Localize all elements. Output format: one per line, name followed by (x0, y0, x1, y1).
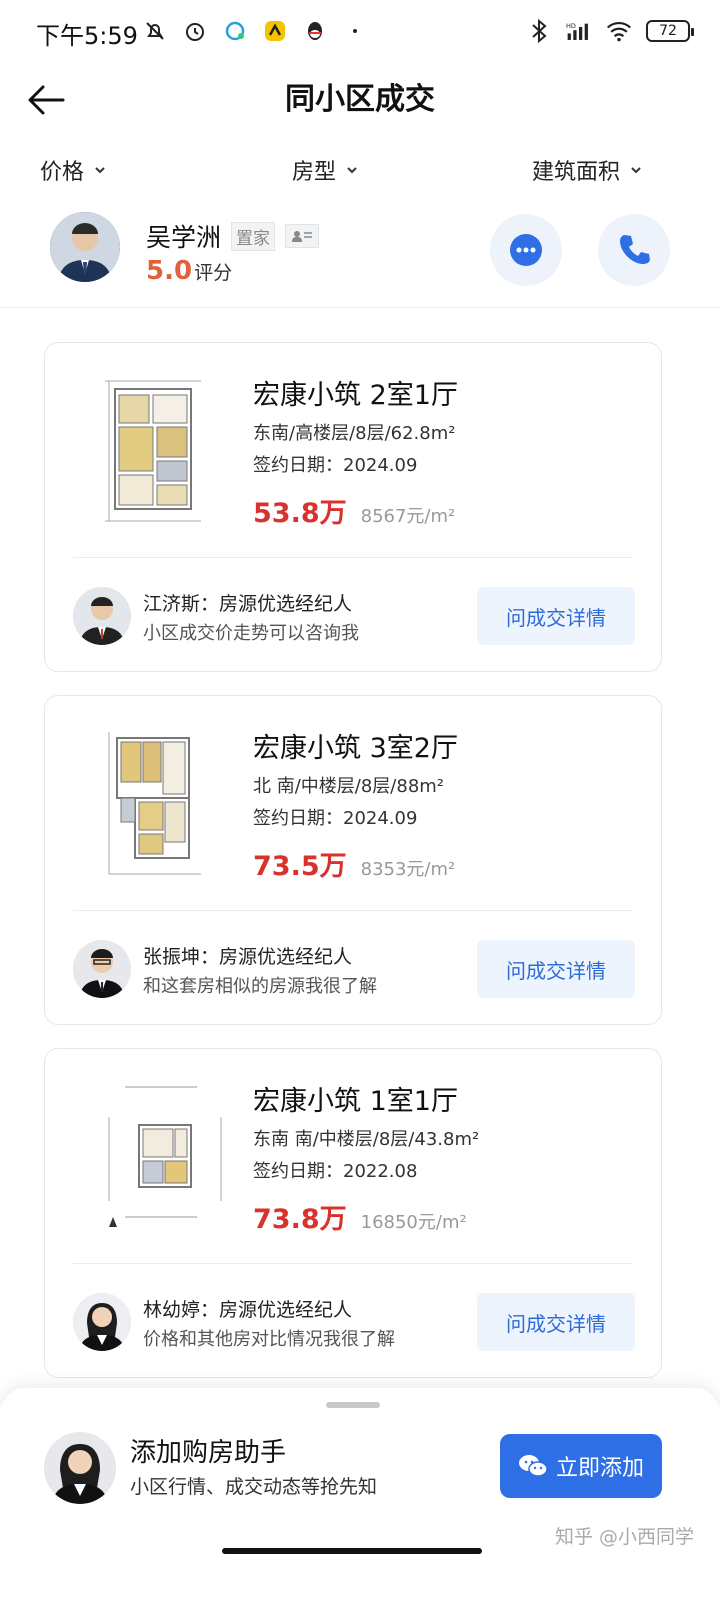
home-indicator (222, 1548, 482, 1554)
bluetooth-icon (526, 18, 552, 44)
price-row: 73.8万 16850元/m² (253, 1197, 467, 1236)
broker-name: 江济斯：房源优选经纪人 (143, 593, 353, 615)
listing-title: 宏康小筑 3室2厅 (253, 733, 458, 764)
listing-date: 签约日期：2024.09 (253, 455, 418, 476)
divider (73, 557, 633, 558)
add-assistant-label: 立即添加 (555, 1456, 644, 1481)
assistant-title: 添加购房助手 (130, 1438, 287, 1468)
filter-layout-label: 房型 (292, 160, 337, 185)
filter-area-label: 建筑面积 (532, 160, 621, 185)
chevron-down-icon (630, 163, 642, 177)
app-icon (262, 18, 288, 44)
qq-icon (302, 18, 328, 44)
avatar (44, 1432, 116, 1504)
unit-price: 16850元/m² (360, 1212, 467, 1233)
listing-card[interactable]: 宏康小筑 1室1厅 东南 南/中楼层/8层/43.8m² 签约日期：2022.0… (44, 1048, 662, 1378)
status-time: 下午5:59 (36, 22, 138, 50)
avatar[interactable] (50, 212, 120, 282)
total-price: 73.8万 (253, 1204, 347, 1235)
chat-bubble-icon (510, 234, 542, 266)
listing-date: 签约日期：2022.08 (253, 1161, 418, 1182)
broker-message: 价格和其他房对比情况我很了解 (143, 1329, 395, 1350)
total-price: 73.5万 (253, 851, 347, 882)
broker-name: 张振坤：房源优选经纪人 (143, 946, 353, 968)
phone-icon (620, 235, 650, 264)
broker-message: 小区成交价走势可以咨询我 (143, 623, 359, 644)
business-card-icon[interactable] (285, 224, 320, 248)
filter-price-label: 价格 (40, 160, 85, 185)
message-button[interactable] (490, 214, 562, 286)
call-button[interactable] (598, 214, 670, 286)
score-label: 评分 (194, 262, 233, 284)
listing-card[interactable]: 宏康小筑 3室2厅 北 南/中楼层/8层/88m² 签约日期：2024.09 7… (44, 695, 662, 1025)
broker-message: 和这套房相似的房源我很了解 (143, 976, 377, 997)
watermark: 知乎 @小西同学 (554, 1526, 694, 1548)
mute-bell-icon (142, 18, 168, 44)
signal-icon: HD (566, 18, 592, 44)
filter-area[interactable]: 建筑面积 (532, 154, 642, 186)
floorplan-image[interactable] (105, 371, 225, 531)
ask-deal-details-button[interactable]: 问成交详情 (477, 940, 635, 998)
agent-score: 5.0 评分 (146, 256, 232, 286)
wechat-icon (518, 1455, 548, 1477)
ask-deal-details-button[interactable]: 问成交详情 (477, 587, 635, 645)
avatar[interactable] (73, 587, 131, 645)
agency-tag: 置家 (231, 221, 276, 251)
listing-title: 宏康小筑 1室1厅 (253, 1086, 458, 1117)
agent-name: 吴学洲 (146, 223, 222, 252)
floorplan-image[interactable] (105, 724, 225, 884)
listing-info: 东南/高楼层/8层/62.8m² (253, 423, 456, 444)
svg-text:HD: HD (566, 22, 576, 30)
listing-title: 宏康小筑 2室1厅 (253, 380, 458, 411)
listing-info: 东南 南/中楼层/8层/43.8m² (253, 1129, 480, 1150)
ask-deal-details-button[interactable]: 问成交详情 (477, 1293, 635, 1351)
chevron-down-icon (346, 163, 358, 177)
chat-app-icon (222, 18, 248, 44)
filter-price[interactable]: 价格 (40, 154, 106, 186)
status-bar: 下午5:59 HD 72 (0, 0, 720, 64)
battery-icon: 72 (646, 20, 694, 42)
add-assistant-button[interactable]: 立即添加 (500, 1434, 662, 1498)
score-value: 5.0 (146, 256, 193, 286)
divider (73, 910, 633, 911)
status-system-icons: HD 72 (526, 18, 694, 44)
price-row: 53.8万 8567元/m² (253, 491, 455, 530)
assistant-subtitle: 小区行情、成交动态等抢先知 (130, 1476, 378, 1498)
listing-date: 签约日期：2024.09 (253, 808, 418, 829)
floorplan-image[interactable] (105, 1077, 225, 1237)
filter-bar: 价格 房型 建筑面积 (0, 140, 720, 204)
total-price: 53.8万 (253, 498, 347, 529)
agent-name-row: 吴学洲 置家 (146, 218, 320, 254)
filter-layout[interactable]: 房型 (292, 154, 358, 186)
avatar[interactable] (73, 940, 131, 998)
assistant-bottom-sheet: 添加购房助手 小区行情、成交动态等抢先知 立即添加 知乎 @小西同学 (0, 1388, 720, 1600)
agent-strip: 吴学洲 置家 5.0 评分 (0, 204, 720, 308)
page-header: 同小区成交 (0, 64, 720, 138)
chevron-down-icon (94, 163, 106, 177)
avatar[interactable] (73, 1293, 131, 1351)
alarm-icon (182, 18, 208, 44)
status-notification-icons (142, 18, 368, 44)
page-title: 同小区成交 (285, 82, 435, 117)
listing-info: 北 南/中楼层/8层/88m² (253, 776, 445, 797)
unit-price: 8567元/m² (360, 506, 456, 527)
price-row: 73.5万 8353元/m² (253, 844, 455, 883)
broker-name: 林幼婷：房源优选经纪人 (143, 1299, 353, 1321)
listing-card[interactable]: 宏康小筑 2室1厅 东南/高楼层/8层/62.8m² 签约日期：2024.09 … (44, 342, 662, 672)
sheet-grabber[interactable] (326, 1402, 380, 1408)
wifi-icon (606, 18, 632, 44)
divider (73, 1263, 633, 1264)
more-dot-icon (342, 18, 368, 44)
unit-price: 8353元/m² (360, 859, 456, 880)
